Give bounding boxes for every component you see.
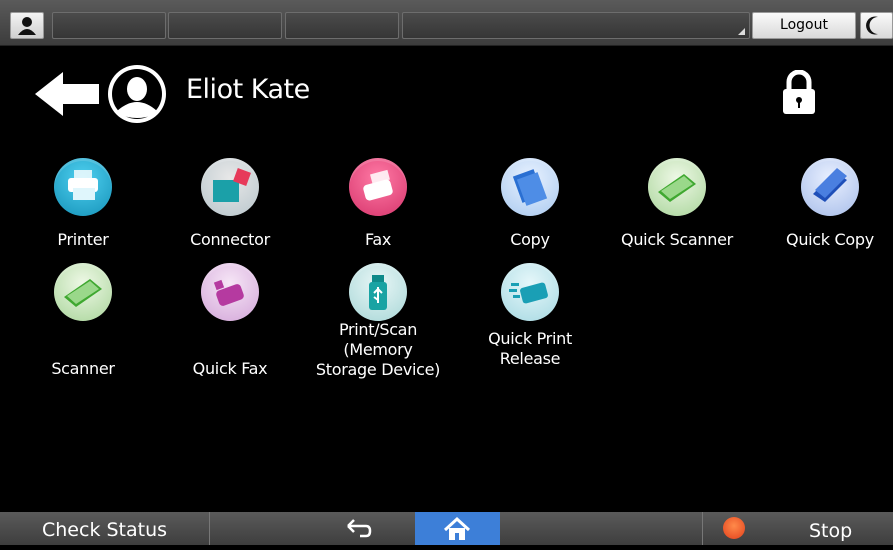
logout-button[interactable]: Logout bbox=[752, 12, 856, 39]
stop-button[interactable]: Stop bbox=[702, 512, 893, 545]
app-label: Quick Scanner bbox=[621, 230, 733, 249]
top-bar: Logout bbox=[0, 0, 893, 46]
stop-icon bbox=[723, 517, 745, 539]
app-label: Connector bbox=[190, 230, 270, 249]
app-label: Quick Fax bbox=[192, 359, 268, 378]
app-label: Quick Copy bbox=[786, 230, 874, 249]
app-fax[interactable]: Fax bbox=[308, 158, 448, 250]
app-print-scan-memory[interactable]: Print/Scan (Memory Storage Device) bbox=[308, 263, 448, 380]
lock-icon bbox=[783, 69, 815, 114]
app-quick-copy[interactable]: Quick Copy bbox=[760, 158, 893, 250]
stop-label: Stop bbox=[809, 520, 853, 542]
connector-icon bbox=[201, 158, 259, 216]
home-button[interactable] bbox=[415, 512, 500, 545]
back-button[interactable] bbox=[33, 70, 101, 123]
scanner-icon bbox=[54, 263, 112, 321]
app-quick-print-release[interactable]: Quick Print Release bbox=[460, 263, 600, 369]
bottom-bar: Check Status Stop bbox=[0, 512, 893, 545]
user-status-button[interactable] bbox=[10, 12, 44, 39]
scanner-icon bbox=[648, 158, 706, 216]
status-slot-2 bbox=[168, 12, 282, 39]
printer-icon bbox=[54, 158, 112, 216]
app-label: Quick Print Release bbox=[488, 329, 572, 368]
moon-icon bbox=[866, 16, 878, 35]
copy-icon bbox=[501, 158, 559, 216]
app-connector[interactable]: Connector bbox=[160, 158, 300, 250]
app-quick-fax[interactable]: Quick Fax bbox=[160, 263, 300, 379]
app-label: Scanner bbox=[51, 359, 115, 378]
app-label: Print/Scan (Memory Storage Device) bbox=[315, 320, 441, 379]
app-label: Copy bbox=[510, 230, 550, 249]
user-name: Eliot Kate bbox=[186, 74, 310, 105]
fax-icon bbox=[201, 263, 259, 321]
return-button[interactable] bbox=[330, 512, 390, 545]
app-label: Fax bbox=[364, 230, 392, 249]
energy-saver-button[interactable] bbox=[860, 12, 893, 39]
avatar bbox=[108, 65, 166, 123]
copy-icon bbox=[801, 158, 859, 216]
fax-icon bbox=[349, 158, 407, 216]
message-area[interactable] bbox=[402, 12, 750, 39]
user-avatar-icon bbox=[112, 69, 162, 119]
return-arrow-icon bbox=[347, 519, 372, 538]
app-quick-scanner[interactable]: Quick Scanner bbox=[607, 158, 747, 250]
user-icon bbox=[18, 17, 36, 35]
usb-icon bbox=[349, 263, 407, 321]
lock-button[interactable] bbox=[781, 69, 817, 121]
app-label: Printer bbox=[57, 230, 109, 249]
app-scanner[interactable]: Scanner bbox=[13, 263, 153, 379]
app-copy[interactable]: Copy bbox=[460, 158, 600, 250]
status-slot-3 bbox=[285, 12, 399, 39]
back-arrow-icon bbox=[35, 72, 99, 116]
app-printer[interactable]: Printer bbox=[13, 158, 153, 250]
home-icon bbox=[443, 516, 471, 540]
check-status-button[interactable]: Check Status bbox=[0, 512, 210, 545]
expand-icon bbox=[738, 28, 745, 35]
status-slot-1 bbox=[52, 12, 166, 39]
print-release-icon bbox=[501, 263, 559, 321]
